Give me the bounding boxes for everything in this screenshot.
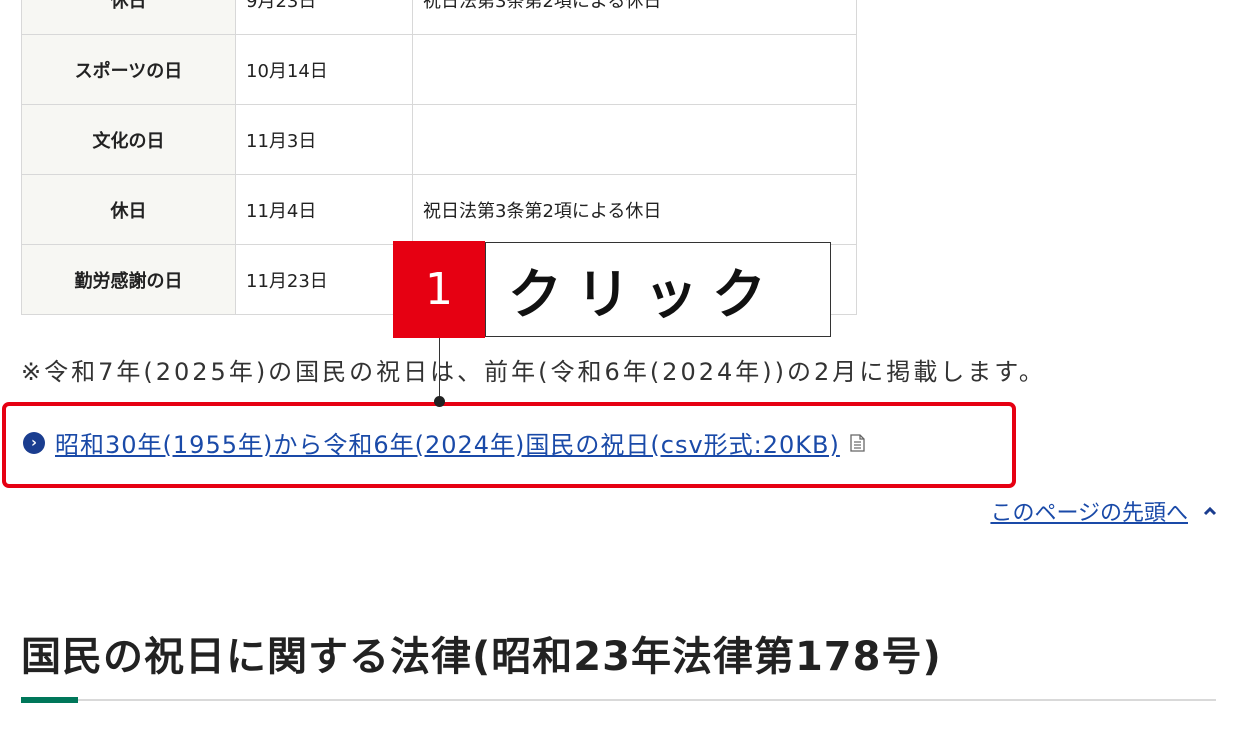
annotation-callout: 1 クリック (393, 241, 831, 338)
chevron-right-circle-icon: › (23, 431, 45, 454)
holiday-note: 祝日法第3条第2項による休日 (412, 0, 857, 35)
holiday-note: 祝日法第3条第2項による休日 (412, 174, 857, 245)
annotation-connector-line (439, 338, 440, 402)
holiday-date: 11月23日 (235, 244, 413, 315)
heading-divider (21, 699, 1216, 701)
table-row: スポーツの日 10月14日 (21, 34, 857, 105)
holiday-date: 9月23日 (235, 0, 413, 35)
table-row: 文化の日 11月3日 (21, 104, 857, 175)
file-icon (850, 433, 865, 452)
csv-download-row: › 昭和30年(1955年)から令和6年(2024年)国民の祝日(csv形式:2… (23, 425, 865, 460)
annotation-label: クリック (485, 242, 831, 337)
holiday-name: 文化の日 (21, 104, 236, 175)
holiday-note (412, 104, 857, 175)
table-row: 休日 11月4日 祝日法第3条第2項による休日 (21, 174, 857, 245)
table-row: 休日 9月23日 祝日法第3条第2項による休日 (21, 0, 857, 35)
page-top-row: このページの先頭へ (990, 495, 1218, 527)
holiday-name: 休日 (21, 174, 236, 245)
holiday-date: 11月4日 (235, 174, 413, 245)
holiday-name: スポーツの日 (21, 34, 236, 105)
back-to-top-link[interactable]: このページの先頭へ (990, 495, 1188, 527)
annotation-dot (434, 396, 445, 407)
holiday-date: 11月3日 (235, 104, 413, 175)
annotation-step-number: 1 (393, 241, 485, 338)
heading-accent-bar (21, 697, 78, 703)
publication-note: ※令和7年(2025年)の国民の祝日は、前年(令和6年(2024年))の2月に掲… (21, 358, 1046, 386)
holiday-name: 休日 (21, 0, 236, 35)
csv-download-link[interactable]: 昭和30年(1955年)から令和6年(2024年)国民の祝日(csv形式:20K… (55, 425, 840, 460)
chevron-up-icon (1203, 506, 1217, 516)
holiday-note (412, 34, 857, 105)
holiday-date: 10月14日 (235, 34, 413, 105)
holiday-name: 勤労感謝の日 (21, 244, 236, 315)
section-heading: 国民の祝日に関する法律(昭和23年法律第178号) (21, 634, 942, 680)
